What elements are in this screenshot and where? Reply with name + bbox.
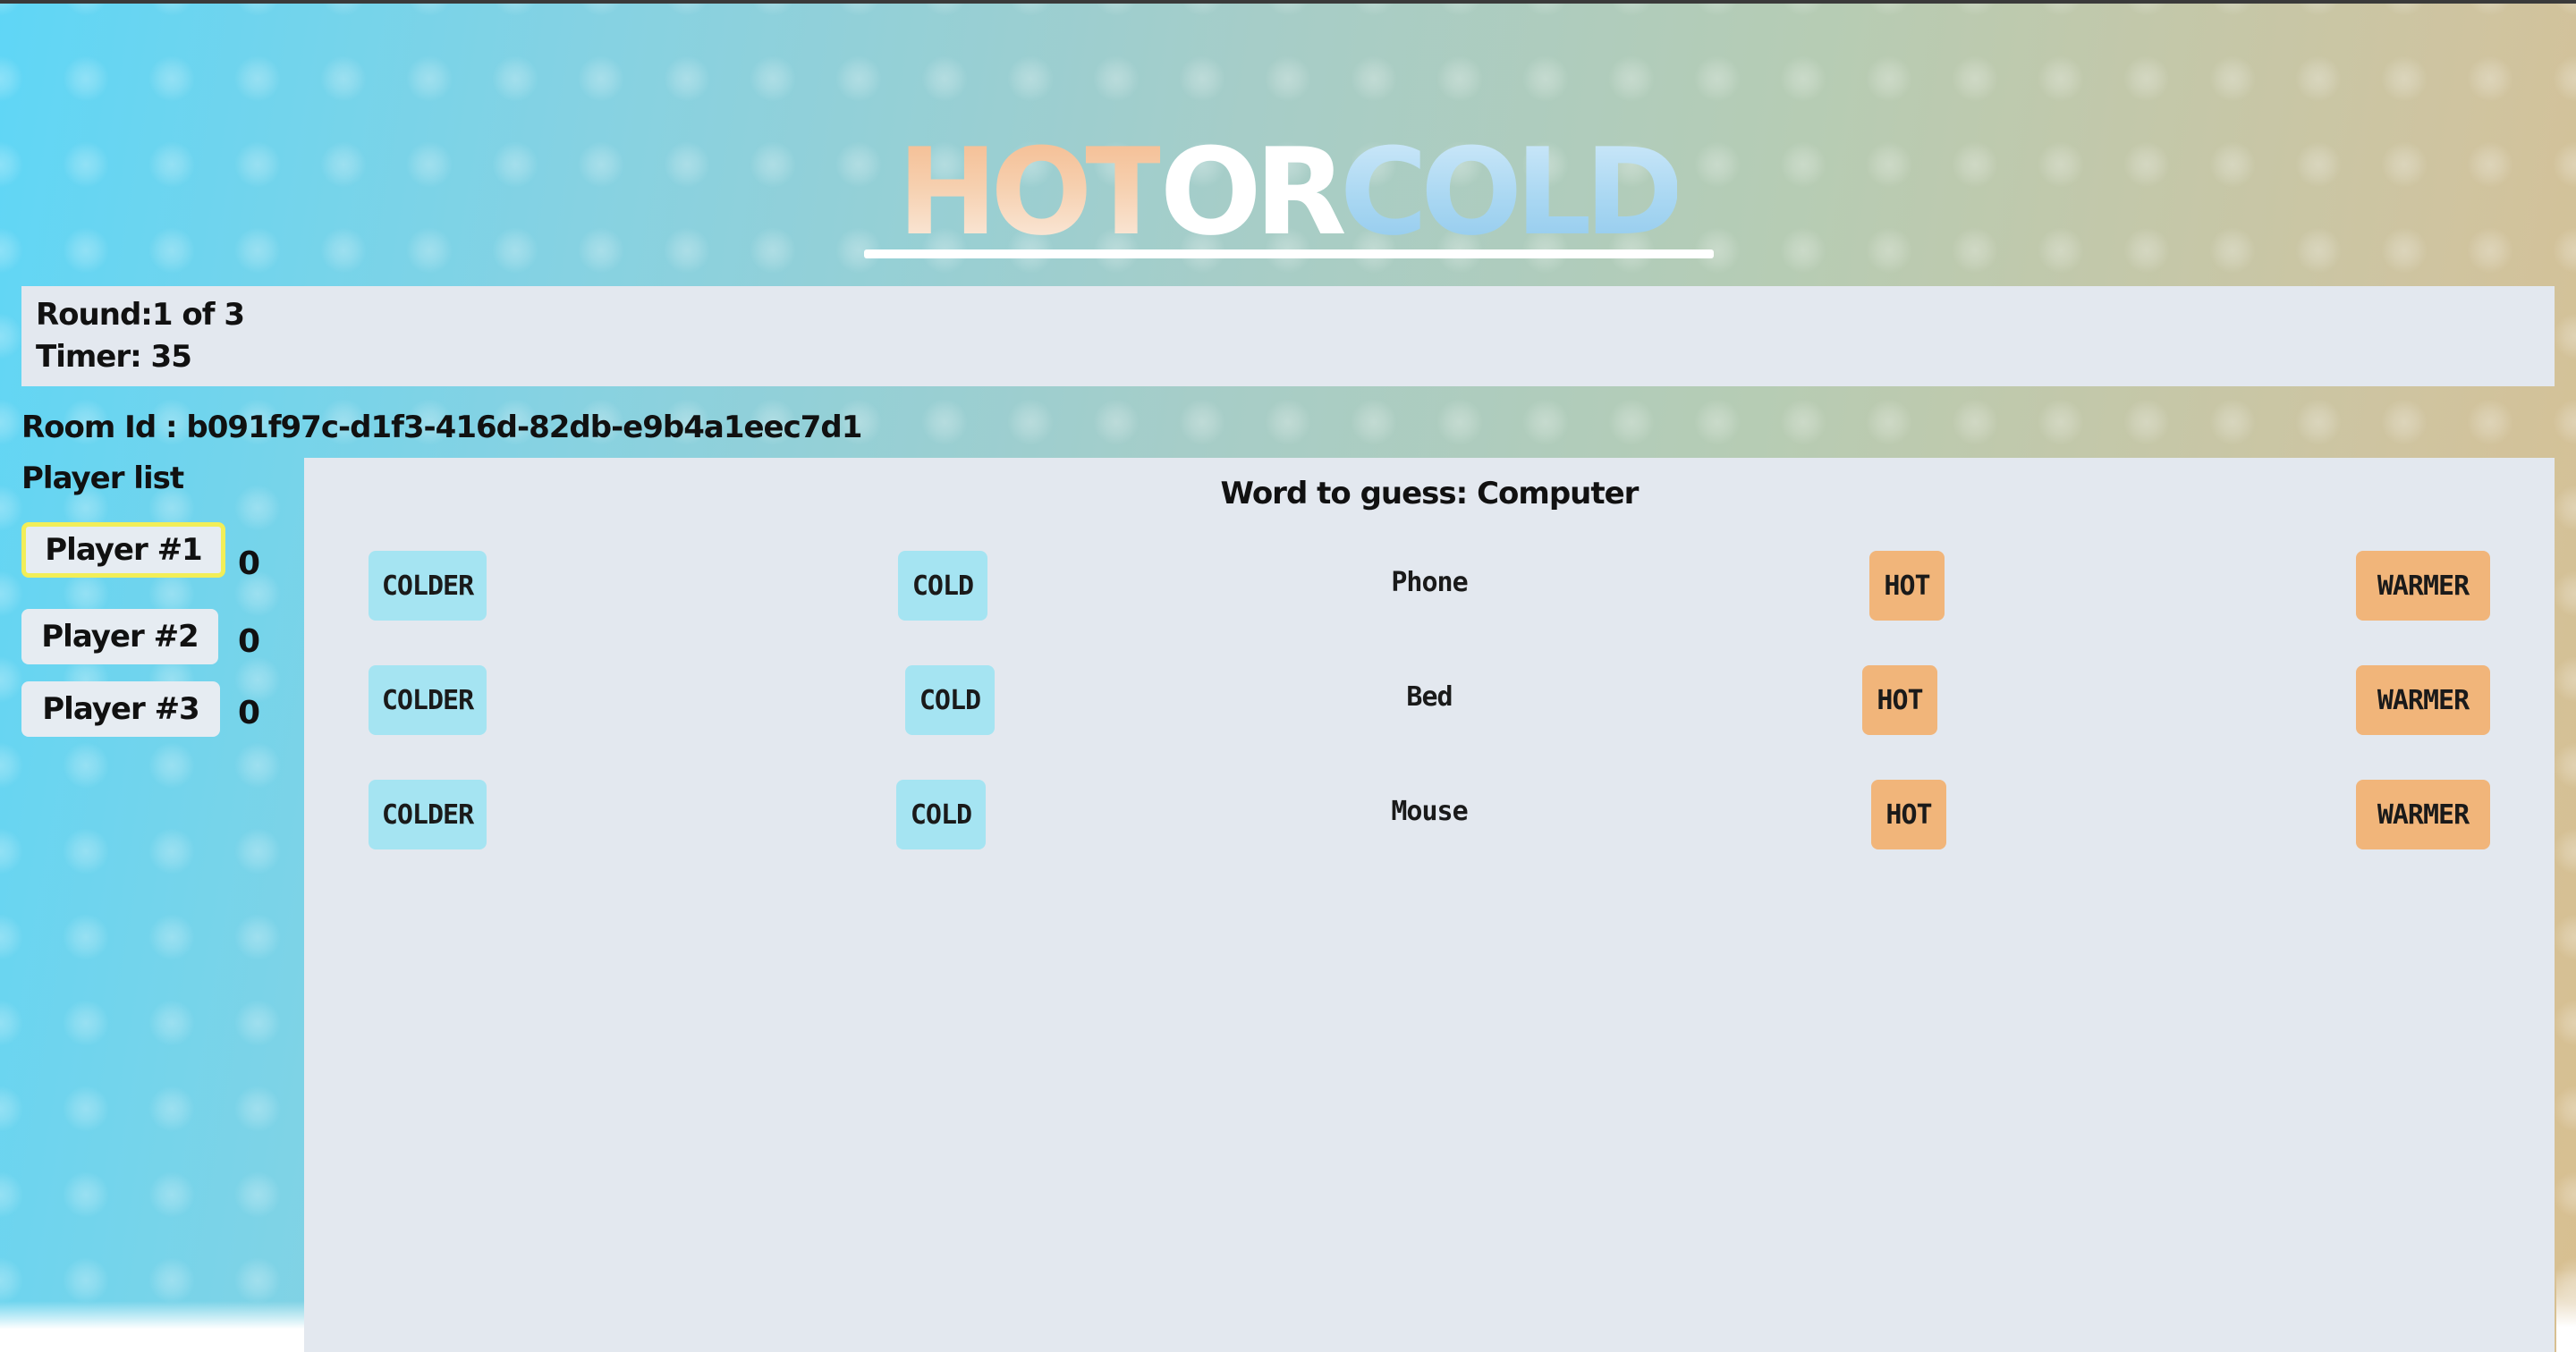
colder-button[interactable]: COLDER [369,780,487,849]
cold-button[interactable]: COLD [898,551,987,621]
colder-button[interactable]: COLDER [369,665,487,735]
game-panel: Word to guess: Computer COLDER COLD Phon… [304,458,2555,1352]
guess-word: Phone [1391,567,1468,598]
hot-or-cold-logo: HOTORCOLD [860,132,1714,259]
right-fade [2556,1270,2576,1352]
player-score-1: 0 [238,545,261,582]
timer: Timer: 35 [36,339,192,375]
logo-or: OR [1159,123,1347,262]
player-list-title: Player list [21,461,184,496]
warmer-button[interactable]: WARMER [2356,780,2490,849]
hot-button[interactable]: HOT [1869,551,1945,621]
player-name: Player #1 [45,532,202,568]
logo-underline [864,249,1714,258]
player-score-2: 0 [238,623,261,660]
warmer-button[interactable]: WARMER [2356,665,2490,735]
player-chip-2: Player #2 [21,609,218,664]
logo-cold: COLD [1339,123,1684,262]
cold-button[interactable]: COLD [896,780,986,849]
round-counter: Round:1 of 3 [36,297,245,333]
cold-button[interactable]: COLD [905,665,995,735]
player-name: Player #2 [41,619,199,655]
word-to-guess: Word to guess: Computer [1220,476,1640,511]
hot-button[interactable]: HOT [1862,665,1937,735]
logo-hot: HOT [897,123,1166,262]
player-chip-3: Player #3 [21,681,220,737]
bottom-fade [0,1301,304,1352]
top-edge [0,0,2576,4]
round-info-bar: Round:1 of 3 Timer: 35 [21,286,2555,386]
guess-word: Mouse [1391,796,1468,827]
colder-button[interactable]: COLDER [369,551,487,621]
room-id: Room Id : b091f97c-d1f3-416d-82db-e9b4a1… [21,410,862,445]
guess-word: Bed [1406,681,1453,713]
player-chip-1: Player #1 [21,522,225,578]
warmer-button[interactable]: WARMER [2356,551,2490,621]
hot-button[interactable]: HOT [1871,780,1946,849]
player-name: Player #3 [42,691,199,727]
player-score-3: 0 [238,695,261,731]
